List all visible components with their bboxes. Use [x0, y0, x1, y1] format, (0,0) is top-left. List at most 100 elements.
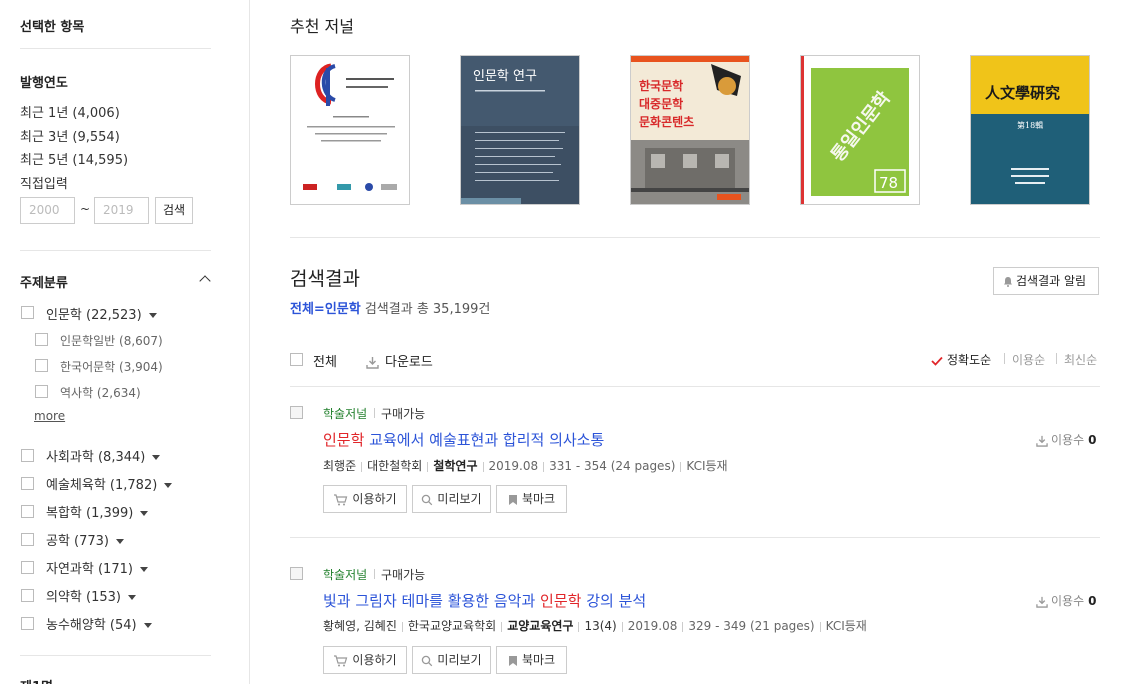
caret-down-icon[interactable]: [140, 511, 149, 516]
recommended-journals-title: 추천 저널: [290, 17, 354, 36]
result-author[interactable]: 최행준: [323, 459, 356, 473]
selected-items-title: 선택한 항목: [20, 20, 85, 35]
bell-icon: [1004, 277, 1012, 287]
subcategory-item[interactable]: 인문학일반 (8,607): [60, 332, 163, 349]
category-checkbox[interactable]: [21, 561, 34, 574]
search-results-summary: 전체=인문학 검색결과 총 35,199건: [290, 298, 490, 317]
sort-accuracy-label: 정확도순: [947, 353, 992, 367]
sort-accuracy[interactable]: 정확도순: [931, 351, 991, 368]
subject-filter-title: 주제분류: [20, 276, 68, 291]
category-item[interactable]: 인문학 (22,523): [46, 304, 157, 323]
cover-title-text: 인문학 연구: [473, 69, 537, 84]
preview-button-label: 미리보기: [437, 653, 482, 667]
category-item[interactable]: 자연과학 (171): [46, 558, 148, 577]
download-icon: [1036, 596, 1048, 608]
use-count: 이용수 0: [1036, 431, 1096, 448]
year-filter-title: 발행연도: [20, 76, 68, 91]
journal-cover-5[interactable]: 人文學硏究 第18輯: [970, 55, 1090, 205]
category-item[interactable]: 농수해양학 (54): [46, 614, 152, 633]
svg-text:대중문학: 대중문학: [639, 96, 683, 111]
caret-down-icon[interactable]: [152, 455, 161, 460]
result-journal[interactable]: 교양교육연구: [507, 619, 573, 633]
year-to-input[interactable]: 2019: [94, 197, 149, 224]
category-item[interactable]: 의약학 (153): [46, 586, 136, 605]
year-from-input[interactable]: 2000: [20, 197, 75, 224]
result-title-link[interactable]: 빛과 그림자 테마를 활용한 음악과 인문학 강의 분석: [323, 590, 646, 611]
title-text: 빛과 그림자 테마를 활용한 음악과: [323, 592, 541, 610]
result-publisher[interactable]: 대한철학회: [367, 459, 422, 473]
category-item[interactable]: 예술체육학 (1,782): [46, 474, 173, 493]
preview-button[interactable]: 미리보기: [412, 485, 491, 513]
filter-sidebar: 선택한 항목 발행연도 최근 1년 (4,006) 최근 3년 (9,554) …: [0, 0, 250, 684]
search-alert-button[interactable]: 검색결과 알림: [993, 267, 1099, 295]
divider: [20, 655, 211, 656]
caret-down-icon[interactable]: [143, 623, 152, 628]
subcategory-item[interactable]: 한국어문학 (3,904): [60, 358, 163, 375]
next-filter-title: 제1명: [20, 676, 53, 684]
search-alert-label: 검색결과 알림: [1016, 274, 1087, 288]
select-all-checkbox[interactable]: [290, 353, 303, 366]
title-highlight: 인문학: [540, 592, 582, 610]
category-checkbox[interactable]: [21, 589, 34, 602]
divider: [290, 237, 1100, 238]
result-checkbox[interactable]: [290, 406, 303, 419]
result-publisher[interactable]: 한국교양교육학회: [408, 619, 496, 633]
result-journal[interactable]: 철학연구: [433, 459, 477, 473]
search-query: 전체=인문학: [290, 302, 361, 317]
category-label: 복합학 (1,399): [46, 506, 134, 521]
year-option-5y[interactable]: 최근 5년 (14,595): [20, 149, 128, 168]
bookmark-button[interactable]: 북마크: [496, 646, 567, 674]
divider: [1056, 353, 1057, 364]
year-option-1y[interactable]: 최근 1년 (4,006): [20, 102, 120, 121]
year-search-button[interactable]: 검색: [155, 197, 193, 224]
category-checkbox[interactable]: [21, 505, 34, 518]
journal-cover-2[interactable]: 인문학 연구: [460, 55, 580, 205]
journal-cover-1[interactable]: [290, 55, 410, 205]
subcategory-checkbox[interactable]: [35, 385, 48, 398]
year-range-tilde: ~: [80, 202, 91, 216]
more-link[interactable]: more: [34, 409, 65, 423]
journal-cover-4[interactable]: 통일인문학 78: [800, 55, 920, 205]
result-author[interactable]: 황혜영, 김혜진: [323, 619, 397, 633]
sort-latest[interactable]: 최신순: [1064, 351, 1097, 368]
chevron-up-icon[interactable]: [199, 275, 211, 287]
category-item[interactable]: 복합학 (1,399): [46, 502, 149, 521]
subcategory-item[interactable]: 역사학 (2,634): [60, 384, 141, 401]
result-availability: 구매가능: [381, 407, 426, 421]
category-checkbox[interactable]: [21, 477, 34, 490]
category-item[interactable]: 공학 (773): [46, 530, 125, 549]
year-option-3y[interactable]: 최근 3년 (9,554): [20, 126, 120, 145]
cover-issue-text: 第18輯: [1017, 120, 1043, 130]
subcategory-checkbox[interactable]: [35, 333, 48, 346]
select-all-label[interactable]: 전체: [313, 351, 337, 370]
category-checkbox[interactable]: [21, 533, 34, 546]
result-date: 2019.08: [627, 619, 678, 633]
cart-icon: [334, 493, 348, 505]
use-count: 이용수 0: [1036, 592, 1096, 609]
category-item[interactable]: 사회과학 (8,344): [46, 446, 161, 465]
divider: [374, 408, 375, 418]
preview-button[interactable]: 미리보기: [412, 646, 491, 674]
result-volume: 13(4): [584, 619, 617, 633]
use-button[interactable]: 이용하기: [323, 646, 407, 674]
download-button[interactable]: 다운로드: [366, 351, 433, 370]
divider: [290, 386, 1100, 387]
category-checkbox[interactable]: [21, 449, 34, 462]
category-label: 인문학 (22,523): [46, 308, 142, 323]
caret-down-icon[interactable]: [139, 567, 148, 572]
use-button[interactable]: 이용하기: [323, 485, 407, 513]
journal-cover-3[interactable]: 한국문학 대중문학 문화콘텐츠: [630, 55, 750, 205]
download-label: 다운로드: [385, 355, 433, 370]
category-checkbox[interactable]: [21, 617, 34, 630]
result-title-link[interactable]: 인문학 교육에서 예술표현과 합리적 의사소통: [323, 429, 604, 450]
cart-icon: [334, 654, 348, 666]
bookmark-button[interactable]: 북마크: [496, 485, 567, 513]
caret-down-icon[interactable]: [116, 539, 125, 544]
caret-down-icon[interactable]: [148, 313, 157, 318]
subcategory-checkbox[interactable]: [35, 359, 48, 372]
sort-usage[interactable]: 이용순: [1012, 351, 1045, 368]
category-checkbox[interactable]: [21, 306, 34, 319]
caret-down-icon[interactable]: [164, 483, 173, 488]
caret-down-icon[interactable]: [127, 595, 136, 600]
result-checkbox[interactable]: [290, 567, 303, 580]
